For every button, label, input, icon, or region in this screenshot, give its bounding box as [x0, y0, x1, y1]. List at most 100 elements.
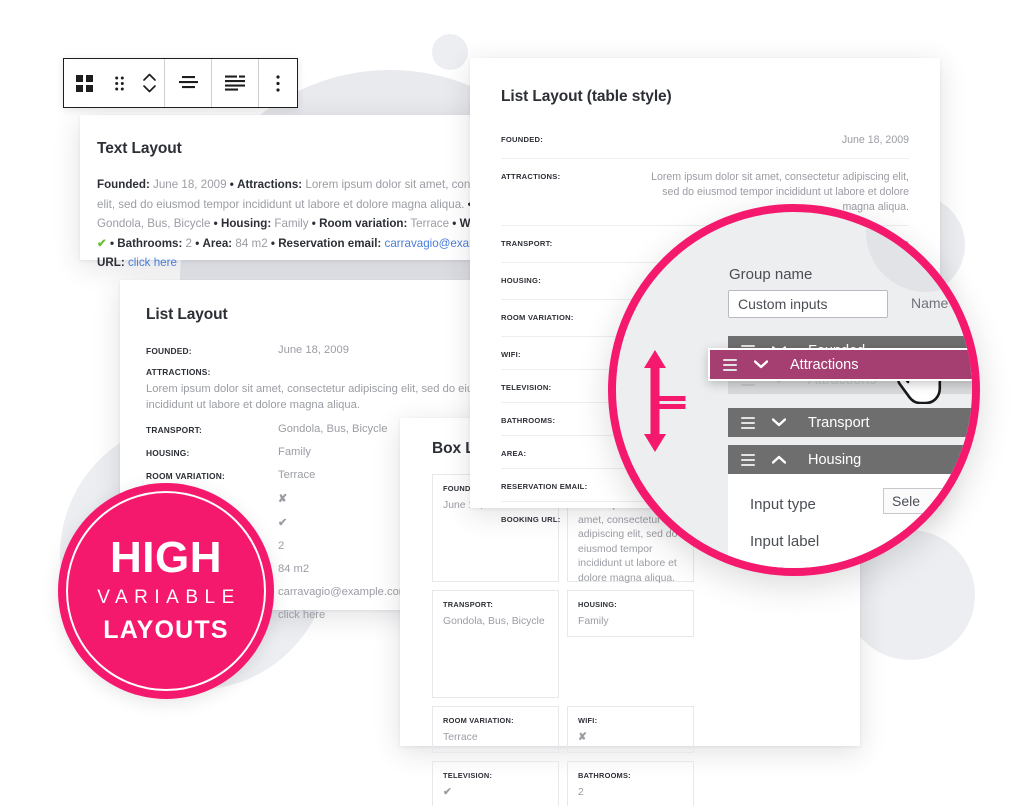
table-key-wifi: WIFI: — [501, 350, 521, 359]
text-val-founded: June 18, 2009 — [153, 178, 227, 191]
list-key-roomvariation: ROOM VARIATION: — [146, 471, 225, 481]
high-variable-layouts-badge: HIGH VARIABLE LAYOUTS — [58, 483, 274, 699]
chevron-down-icon[interactable] — [754, 360, 768, 369]
box-key-television: TELEVISION: — [443, 771, 493, 780]
promo-graphic: Text Layout Founded: June 18, 2009 • Att… — [0, 0, 1024, 806]
field-row-transport[interactable]: Transport — [728, 408, 972, 437]
text-sep-6: • — [109, 236, 115, 250]
text-sep-3: • — [311, 217, 316, 231]
list-value-roomvariation: Terrace — [278, 469, 316, 481]
hamburger-icon — [741, 453, 755, 466]
input-type-label: Input type — [750, 496, 816, 513]
table-value-founded: June 18, 2009 — [841, 134, 909, 146]
field-row-label: Attractions — [790, 356, 859, 373]
table-layout-title: List Layout (table style) — [501, 88, 672, 105]
text-val-area: 84 m2 — [235, 236, 268, 250]
field-row-attractions-dragging[interactable]: Attractions — [708, 348, 972, 381]
group-name-input[interactable]: Custom inputs — [728, 290, 888, 318]
box-key-transport: TRANSPORT: — [443, 600, 494, 609]
text-val-roomvariation: Terrace — [410, 217, 450, 231]
list-key-transport: TRANSPORT: — [146, 425, 202, 435]
chevron-down-icon[interactable] — [772, 418, 786, 427]
table-key-founded: FOUNDED: — [501, 135, 544, 144]
text-key-founded: Founded: — [97, 178, 150, 191]
badge-line-2: VARIABLE — [97, 586, 241, 608]
list-value-bookingurl[interactable]: click here — [278, 609, 325, 621]
align-icon — [178, 76, 198, 89]
text-val-transport: Gondola, Bus, Bicycle — [97, 217, 211, 231]
drag-handle-button[interactable] — [104, 59, 134, 107]
box-value-bathrooms: 2 — [578, 787, 584, 798]
field-settings-panel: Input type Sele Input label — [728, 474, 972, 568]
table-key-housing: HOUSING: — [501, 276, 541, 285]
list-value-wifi: ✘ — [278, 493, 288, 505]
list-value-bathrooms: 2 — [278, 540, 285, 552]
badge-line-1: HIGH — [110, 532, 222, 582]
block-toolbar[interactable] — [63, 58, 298, 108]
table-key-attractions: ATTRACTIONS: — [501, 172, 561, 181]
hamburger-icon[interactable] — [723, 358, 737, 371]
chevron-up-icon[interactable] — [772, 455, 786, 464]
field-row-housing[interactable]: Housing — [728, 445, 972, 474]
text-key-bathrooms: Bathrooms: — [117, 236, 183, 250]
text-key-email: Reservation email: — [278, 236, 382, 250]
text-sep-4: • — [452, 217, 457, 231]
background-circle-small — [432, 34, 468, 70]
box-key-wifi: WIFI: — [578, 716, 598, 725]
list-value-founded: June 18, 2009 — [278, 344, 349, 356]
box-cell-housing: HOUSING: Family — [567, 590, 694, 637]
text-key-area: Area: — [202, 236, 233, 250]
more-options-button[interactable] — [259, 59, 297, 107]
table-key-area: AREA: — [501, 449, 527, 458]
list-key-founded: FOUNDED: — [146, 346, 192, 356]
badge-line-3: LAYOUTS — [103, 615, 229, 644]
move-updown-button[interactable] — [134, 59, 164, 107]
text-key-housing: Housing: — [220, 217, 272, 231]
table-row: FOUNDED: June 18, 2009 — [501, 122, 909, 159]
box-key-bathrooms: BATHROOMS: — [578, 771, 631, 780]
align-button[interactable] — [165, 59, 211, 107]
name-of-hint: Name of — [911, 295, 964, 311]
text-sep-2: • — [213, 217, 218, 231]
table-key-transport: TRANSPORT: — [501, 239, 553, 248]
list-value-area: 84 m2 — [278, 563, 310, 575]
text-val-bathrooms: 2 — [185, 236, 192, 250]
input-label-label: Input label — [750, 533, 820, 550]
box-value-roomvariation: Terrace — [443, 732, 478, 743]
magnifier-circle: Group name Custom inputs Name of Founded — [608, 204, 980, 576]
field-row-label: Transport — [808, 414, 870, 431]
grid-icon-button[interactable] — [64, 59, 104, 107]
box-value-transport: Gondola, Bus, Bicycle — [443, 616, 545, 627]
box-cell-wifi: WIFI: ✘ — [567, 706, 694, 753]
text-sep-0: • — [229, 178, 234, 191]
list-key-housing: HOUSING: — [146, 448, 190, 458]
box-value-wifi: ✘ — [578, 732, 587, 743]
table-key-bookingurl: BOOKING URL: — [501, 515, 561, 524]
table-key-bathrooms: BATHROOMS: — [501, 416, 556, 425]
table-key-email: RESERVATION EMAIL: — [501, 482, 588, 491]
text-val-television: ✔ — [97, 236, 107, 250]
magnifier-content: Group name Custom inputs Name of Founded — [616, 212, 972, 568]
group-name-label: Group name — [729, 266, 813, 283]
box-cell-television: TELEVISION: ✔ — [432, 761, 559, 806]
text-val-bookingurl[interactable]: click here — [128, 256, 177, 269]
box-key-roomvariation: ROOM VARIATION: — [443, 716, 514, 725]
text-val-housing: Family — [274, 217, 309, 231]
table-key-television: TELEVISION: — [501, 383, 552, 392]
text-align-icon — [225, 75, 245, 91]
magnifier-bg-circle-top — [866, 212, 972, 292]
text-key-attractions: Attractions: — [237, 178, 303, 191]
list-value-email[interactable]: carravagio@example.com — [278, 586, 408, 598]
box-value-television: ✔ — [443, 787, 452, 798]
text-sep-7: • — [195, 236, 200, 250]
move-updown-icon — [142, 73, 156, 93]
text-align-button[interactable] — [212, 59, 258, 107]
drag-handle-icon — [114, 76, 124, 90]
input-type-select[interactable]: Sele — [883, 488, 972, 514]
list-value-housing: Family — [278, 446, 311, 458]
field-row-label: Housing — [808, 451, 862, 468]
text-key-roomvariation: Room variation: — [319, 217, 408, 231]
text-sep-8: • — [270, 236, 275, 250]
more-options-icon — [276, 74, 280, 92]
box-value-housing: Family — [578, 616, 609, 627]
